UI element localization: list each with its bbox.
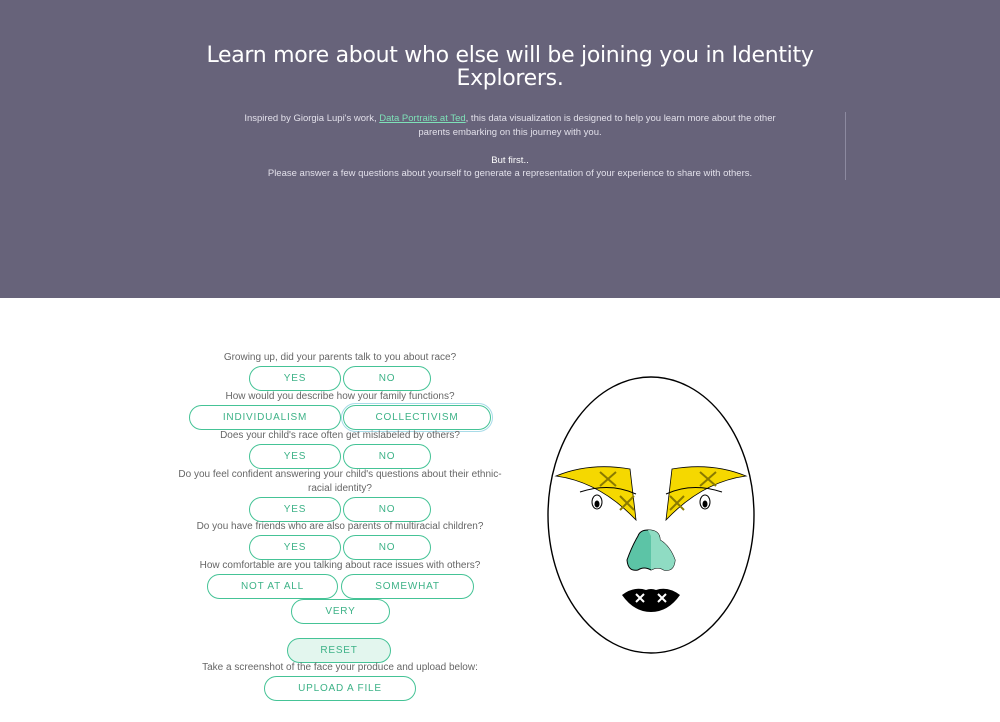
- question-parents-talk: Growing up, did your parents talk to you…: [223, 352, 457, 363]
- instruction-text: Please answer a few questions about your…: [267, 168, 753, 179]
- upload-instruction: Take a screenshot of the face your produ…: [202, 662, 478, 673]
- face-portrait: [547, 376, 755, 654]
- q5-yes-button[interactable]: YES: [249, 535, 341, 560]
- q1-yes-button[interactable]: YES: [249, 366, 341, 391]
- question-multiracial-friends: Do you have friends who are also parents…: [196, 521, 484, 532]
- reset-button[interactable]: RESET: [287, 638, 391, 663]
- q5-no-button[interactable]: NO: [343, 535, 431, 560]
- question-confident-answering: Do you feel confident answering your chi…: [178, 469, 502, 494]
- q4-no-button[interactable]: NO: [343, 497, 431, 522]
- divider-line: [845, 112, 846, 180]
- question-comfort-talking: How comfortable are you talking about ra…: [199, 560, 481, 571]
- q6-not-at-all-button[interactable]: NOT AT ALL: [207, 574, 338, 599]
- question-race-mislabeled: Does your child's race often get mislabe…: [220, 430, 460, 441]
- intro-paragraph: Inspired by Giorgia Lupi's work, Data Po…: [240, 112, 780, 140]
- q2-individualism-button[interactable]: INDIVIDUALISM: [189, 405, 341, 430]
- q6-somewhat-button[interactable]: SOMEWHAT: [341, 574, 474, 599]
- q2-collectivism-button[interactable]: COLLECTIVISM: [341, 403, 493, 432]
- q3-yes-button[interactable]: YES: [249, 444, 341, 469]
- q3-no-button[interactable]: NO: [343, 444, 431, 469]
- but-first-label: But first..: [491, 155, 529, 166]
- intro-text-start: Inspired by Giorgia Lupi's work,: [244, 113, 380, 124]
- data-portraits-link[interactable]: Data Portraits at Ted: [379, 113, 465, 124]
- question-family-function: How would you describe how your family f…: [225, 391, 455, 402]
- q6-very-button[interactable]: VERY: [291, 599, 390, 624]
- header-banner: Learn more about who else will be joinin…: [0, 0, 1000, 298]
- upload-file-button[interactable]: UPLOAD A FILE: [264, 676, 416, 701]
- page-title: Learn more about who else will be joinin…: [206, 43, 814, 91]
- intro-text-end: , this data visualization is designed to…: [418, 113, 776, 138]
- q4-yes-button[interactable]: YES: [249, 497, 341, 522]
- q1-no-button[interactable]: NO: [343, 366, 431, 391]
